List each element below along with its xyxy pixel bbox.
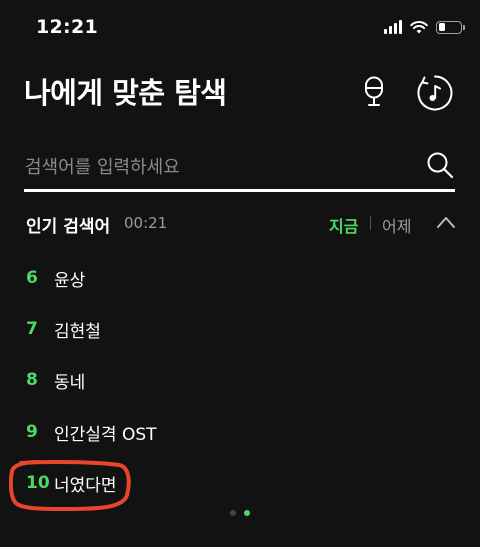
rank-keyword: 인간실격 OST	[54, 424, 157, 445]
tab-divider	[370, 216, 371, 230]
annotation-circle	[9, 459, 131, 511]
search-underline	[24, 189, 455, 192]
rank-keyword: 동네	[54, 372, 86, 393]
collapse-button[interactable]	[436, 214, 456, 230]
page-dot	[230, 510, 236, 516]
tab-yesterday[interactable]: 어제	[382, 213, 411, 237]
page-indicator	[230, 510, 250, 516]
rank-number: 8	[26, 370, 38, 390]
page-dot-active	[244, 510, 250, 516]
popular-searches-title: 인기 검색어	[26, 217, 111, 237]
status-bar: 12:21	[0, 0, 480, 60]
popular-searches-time: 00:21	[124, 214, 168, 232]
status-time: 12:21	[36, 16, 98, 38]
music-recognition-button[interactable]	[416, 74, 454, 112]
music-recognition-icon	[417, 75, 453, 111]
status-icons	[384, 20, 465, 34]
rank-keyword: 김현철	[54, 321, 101, 342]
search-input[interactable]	[25, 150, 405, 184]
search-button[interactable]	[426, 151, 454, 179]
ranking-item[interactable]: 8 동네	[26, 365, 85, 395]
chevron-up-icon	[437, 217, 455, 228]
ranking-item[interactable]: 9 인간실격 OST	[26, 417, 157, 447]
battery-icon	[436, 20, 465, 34]
tab-now[interactable]: 지금	[329, 213, 358, 237]
page-title: 나에게 맞춘 탐색	[24, 76, 227, 110]
rank-keyword: 윤상	[54, 270, 86, 291]
microphone-button[interactable]	[360, 76, 388, 108]
microphone-icon	[365, 76, 383, 106]
wifi-icon	[410, 20, 428, 34]
ranking-item[interactable]: 7 김현철	[26, 314, 101, 344]
rank-number: 7	[26, 319, 38, 339]
rank-number: 6	[26, 268, 38, 288]
cellular-signal-icon	[384, 20, 402, 34]
search-icon	[427, 152, 454, 179]
ranking-item[interactable]: 6 윤상	[26, 263, 85, 293]
rank-number: 9	[26, 422, 38, 442]
